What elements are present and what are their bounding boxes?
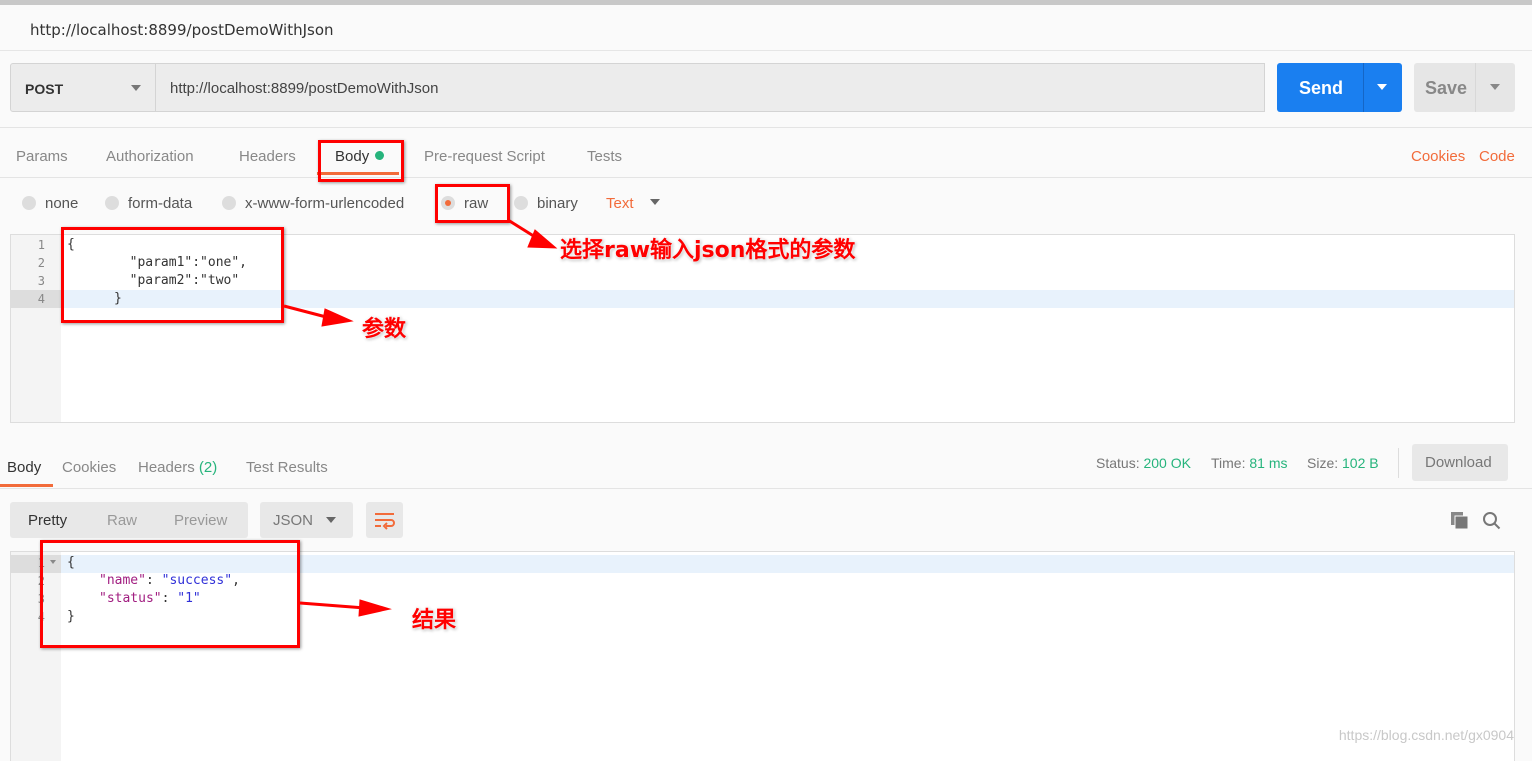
annotation-raw-note: 选择raw输入json格式的参数 bbox=[560, 238, 856, 263]
annotation-arrows bbox=[283, 218, 558, 617]
watermark: https://blog.csdn.net/gx0904 bbox=[1338, 727, 1514, 743]
annotation-result-note: 结果 bbox=[412, 608, 457, 633]
annotation-params-note: 参数 bbox=[362, 317, 407, 342]
